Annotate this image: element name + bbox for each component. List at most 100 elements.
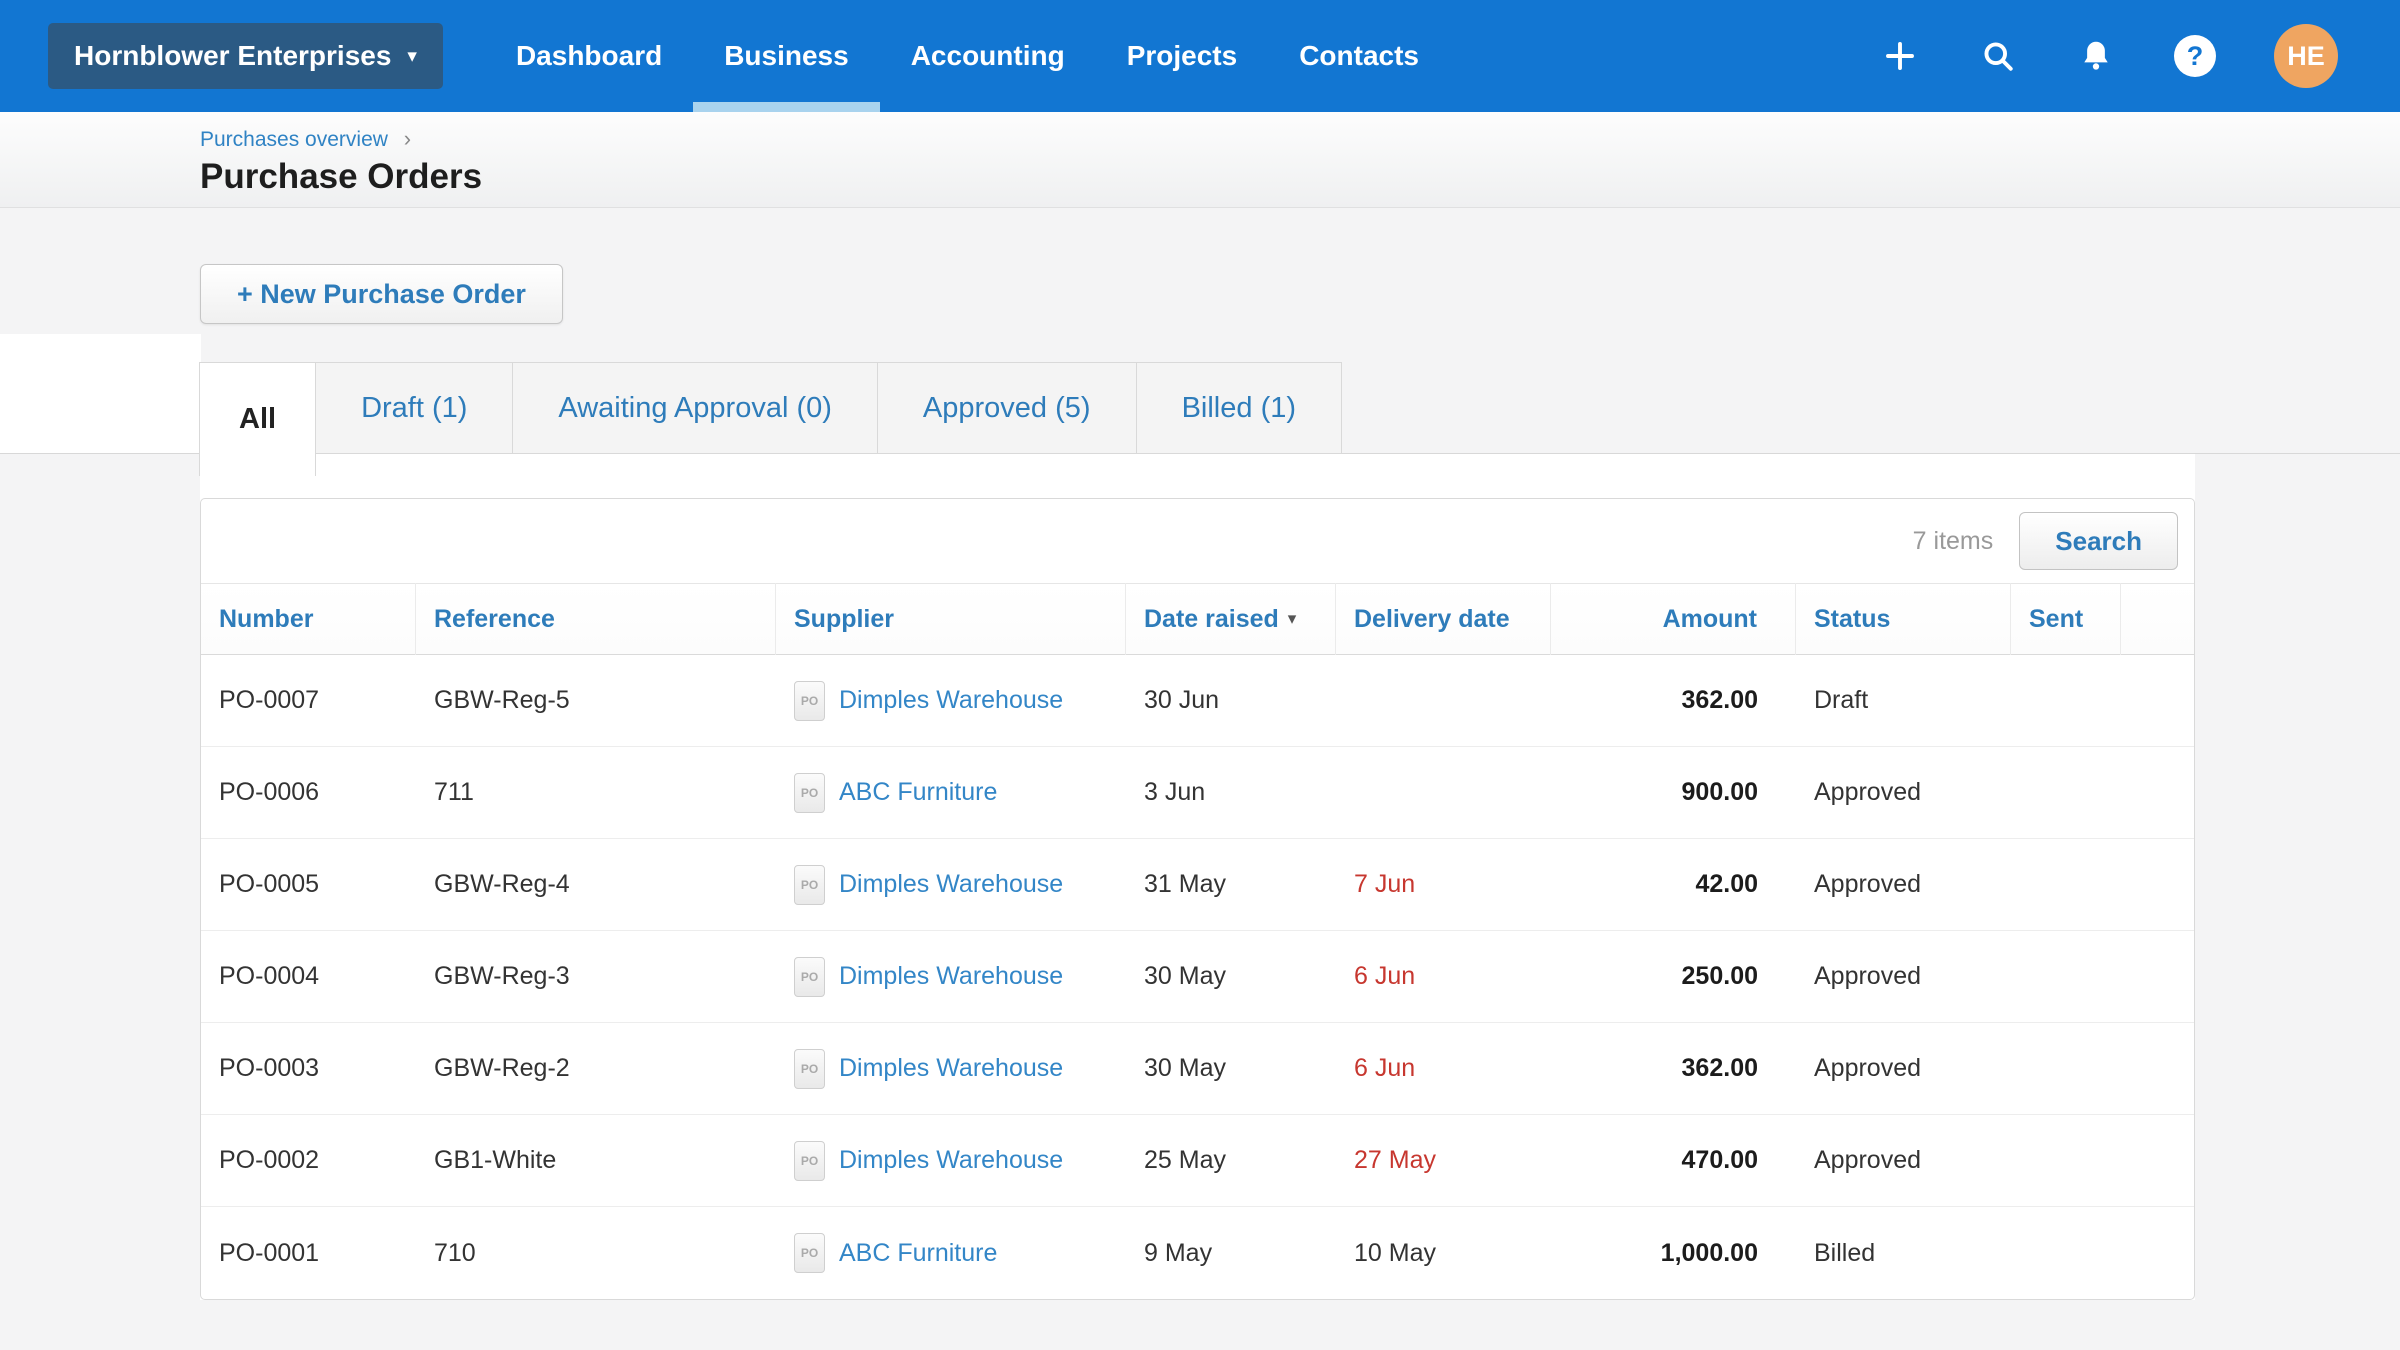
table-row-po-0001[interactable]: PO-0001710POABC Furniture9 May10 May1,00…	[201, 1207, 2194, 1299]
cell-date_raised: 30 Jun	[1126, 686, 1336, 715]
cell-date_raised: 25 May	[1126, 1146, 1336, 1175]
supplier-link[interactable]: ABC Furniture	[839, 778, 997, 807]
table-row-po-0003[interactable]: PO-0003GBW-Reg-2PODimples Warehouse30 Ma…	[201, 1023, 2194, 1115]
cell-status: Draft	[1796, 686, 2011, 715]
table-body: PO-0007GBW-Reg-5 PO Dimples Warehouse 30 Ju…	[201, 655, 2194, 1299]
nav-item-business[interactable]: Business	[693, 0, 880, 112]
nav-item-projects[interactable]: Projects	[1096, 0, 1269, 112]
column-header-delivery-date[interactable]: Delivery date	[1336, 583, 1551, 655]
tab-draft-1[interactable]: Draft (1)	[315, 362, 513, 454]
sort-caret-icon: ▾	[1288, 609, 1297, 629]
po-document-icon: PO	[794, 1049, 825, 1089]
chevron-right-icon: ›	[404, 126, 411, 151]
cell-date_raised: 30 May	[1126, 962, 1336, 991]
search-icon[interactable]	[1978, 36, 2018, 76]
page-header: Purchases overview › Purchase Orders	[0, 112, 2400, 208]
cell-supplier: PO Dimples Warehouse	[776, 1141, 1126, 1181]
cell-amount: 42.00	[1551, 870, 1796, 899]
supplier-link[interactable]: Dimples Warehouse	[839, 686, 1063, 715]
cell-amount: 250.00	[1551, 962, 1796, 991]
avatar[interactable]: HE	[2274, 24, 2338, 88]
cell-delivery_date: 7 Jun	[1336, 870, 1551, 899]
table-row-po-0006[interactable]: PO-0006711POABC Furniture3 Jun900.00Appr…	[201, 747, 2194, 839]
main-menu: DashboardBusinessAccountingProjectsConta…	[485, 0, 1450, 112]
cell-date_raised: 3 Jun	[1126, 778, 1336, 807]
page-title: Purchase Orders	[200, 157, 2400, 197]
breadcrumb-link-purchases-overview[interactable]: Purchases overview	[200, 128, 388, 151]
cell-number: PO-0003	[201, 1054, 416, 1083]
cell-reference: GBW-Reg-3	[416, 962, 776, 991]
cell-delivery_date: 6 Jun	[1336, 1054, 1551, 1083]
cell-number: PO-0007	[201, 686, 416, 715]
cell-reference: GBW-Reg-2	[416, 1054, 776, 1083]
help-icon[interactable]: ?	[2174, 35, 2216, 77]
cell-status: Approved	[1796, 870, 2011, 899]
table-toolbar: 7 items Search	[201, 499, 2194, 583]
top-nav: Hornblower Enterprises ▾ DashboardBusine…	[0, 0, 2400, 112]
table-row-po-0002[interactable]: PO-0002GB1-WhitePODimples Warehouse25 Ma…	[201, 1115, 2194, 1207]
supplier-link[interactable]: ABC Furniture	[839, 1239, 997, 1268]
breadcrumb: Purchases overview ›	[200, 126, 2400, 152]
table-row-po-0007[interactable]: PO-0007GBW-Reg-5PODimples Warehouse30 Ju…	[201, 655, 2194, 747]
nav-item-contacts[interactable]: Contacts	[1268, 0, 1450, 112]
cell-status: Approved	[1796, 1146, 2011, 1175]
cell-reference: 711	[416, 778, 776, 807]
new-purchase-order-button[interactable]: + New Purchase Order	[200, 264, 563, 324]
cell-supplier: PO Dimples Warehouse	[776, 957, 1126, 997]
supplier-link[interactable]: Dimples Warehouse	[839, 1054, 1063, 1083]
column-header-date-raised[interactable]: Date raised▾	[1126, 583, 1336, 655]
column-header-reference[interactable]: Reference	[416, 583, 776, 655]
org-selector-button[interactable]: Hornblower Enterprises ▾	[48, 23, 443, 89]
cell-status: Approved	[1796, 778, 2011, 807]
cell-supplier: PO Dimples Warehouse	[776, 1049, 1126, 1089]
nav-item-dashboard[interactable]: Dashboard	[485, 0, 693, 112]
cell-delivery_date: 10 May	[1336, 1239, 1551, 1268]
po-document-icon: PO	[794, 957, 825, 997]
cell-supplier: PO ABC Furniture	[776, 773, 1126, 813]
supplier-link[interactable]: Dimples Warehouse	[839, 870, 1063, 899]
table-header-row: NumberReferenceSupplierDate raised▾Deliv…	[201, 583, 2194, 655]
cell-reference: 710	[416, 1239, 776, 1268]
caret-down-icon: ▾	[407, 45, 417, 68]
cell-status: Approved	[1796, 962, 2011, 991]
cell-reference: GBW-Reg-5	[416, 686, 776, 715]
plus-icon[interactable]	[1880, 36, 1920, 76]
cell-supplier: PODimples Warehouse	[776, 681, 1126, 721]
column-header-number[interactable]: Number	[201, 583, 416, 655]
cell-supplier: PO ABC Furniture	[776, 1233, 1126, 1273]
table-row-po-0004[interactable]: PO-0004GBW-Reg-3 PO Dimples Warehouse 30 Ma…	[201, 931, 2194, 1023]
items-count: 7 items	[1913, 527, 1994, 556]
column-header-status[interactable]: Status	[1796, 583, 2011, 655]
cell-amount: 470.00	[1551, 1146, 1796, 1175]
cell-delivery_date: 27 May	[1336, 1146, 1551, 1175]
po-document-icon: PO	[794, 773, 825, 813]
cell-number: PO-0005	[201, 870, 416, 899]
cell-amount: 900.00	[1551, 778, 1796, 807]
po-document-icon: PO	[794, 865, 825, 905]
cell-amount: 362.00	[1551, 686, 1796, 715]
column-header-supplier[interactable]: Supplier	[776, 583, 1126, 655]
nav-item-accounting[interactable]: Accounting	[880, 0, 1096, 112]
po-document-icon: PO	[794, 1141, 825, 1181]
column-header-sent[interactable]: Sent	[2011, 583, 2121, 655]
column-header-amount[interactable]: Amount	[1551, 583, 1796, 655]
purchase-orders-table: 7 items Search NumberReferenceSupplierDa…	[200, 498, 2195, 1300]
cell-number: PO-0001	[201, 1239, 416, 1268]
cell-number: PO-0004	[201, 962, 416, 991]
cell-supplier: PO Dimples Warehouse	[776, 865, 1126, 905]
table-row-po-0005[interactable]: PO-0005GBW-Reg-4PODimples Warehouse31 Ma…	[201, 839, 2194, 931]
cell-status: Approved	[1796, 1054, 2011, 1083]
nav-icon-group: ? HE	[1880, 24, 2338, 88]
tab-approved-5[interactable]: Approved (5)	[877, 362, 1137, 454]
bell-icon[interactable]	[2076, 36, 2116, 76]
cell-delivery_date: 6 Jun	[1336, 962, 1551, 991]
tab-all[interactable]: All	[199, 362, 316, 476]
cell-status: Billed	[1796, 1239, 2011, 1268]
supplier-link[interactable]: Dimples Warehouse	[839, 962, 1063, 991]
search-button[interactable]: Search	[2019, 512, 2178, 570]
tab-billed-1[interactable]: Billed (1)	[1136, 362, 1342, 454]
tab-awaiting-approval-0[interactable]: Awaiting Approval (0)	[512, 362, 878, 454]
content-panel: 7 items Search NumberReferenceSupplierDa…	[200, 454, 2195, 1300]
po-document-icon: PO	[794, 1233, 825, 1273]
supplier-link[interactable]: Dimples Warehouse	[839, 1146, 1063, 1175]
